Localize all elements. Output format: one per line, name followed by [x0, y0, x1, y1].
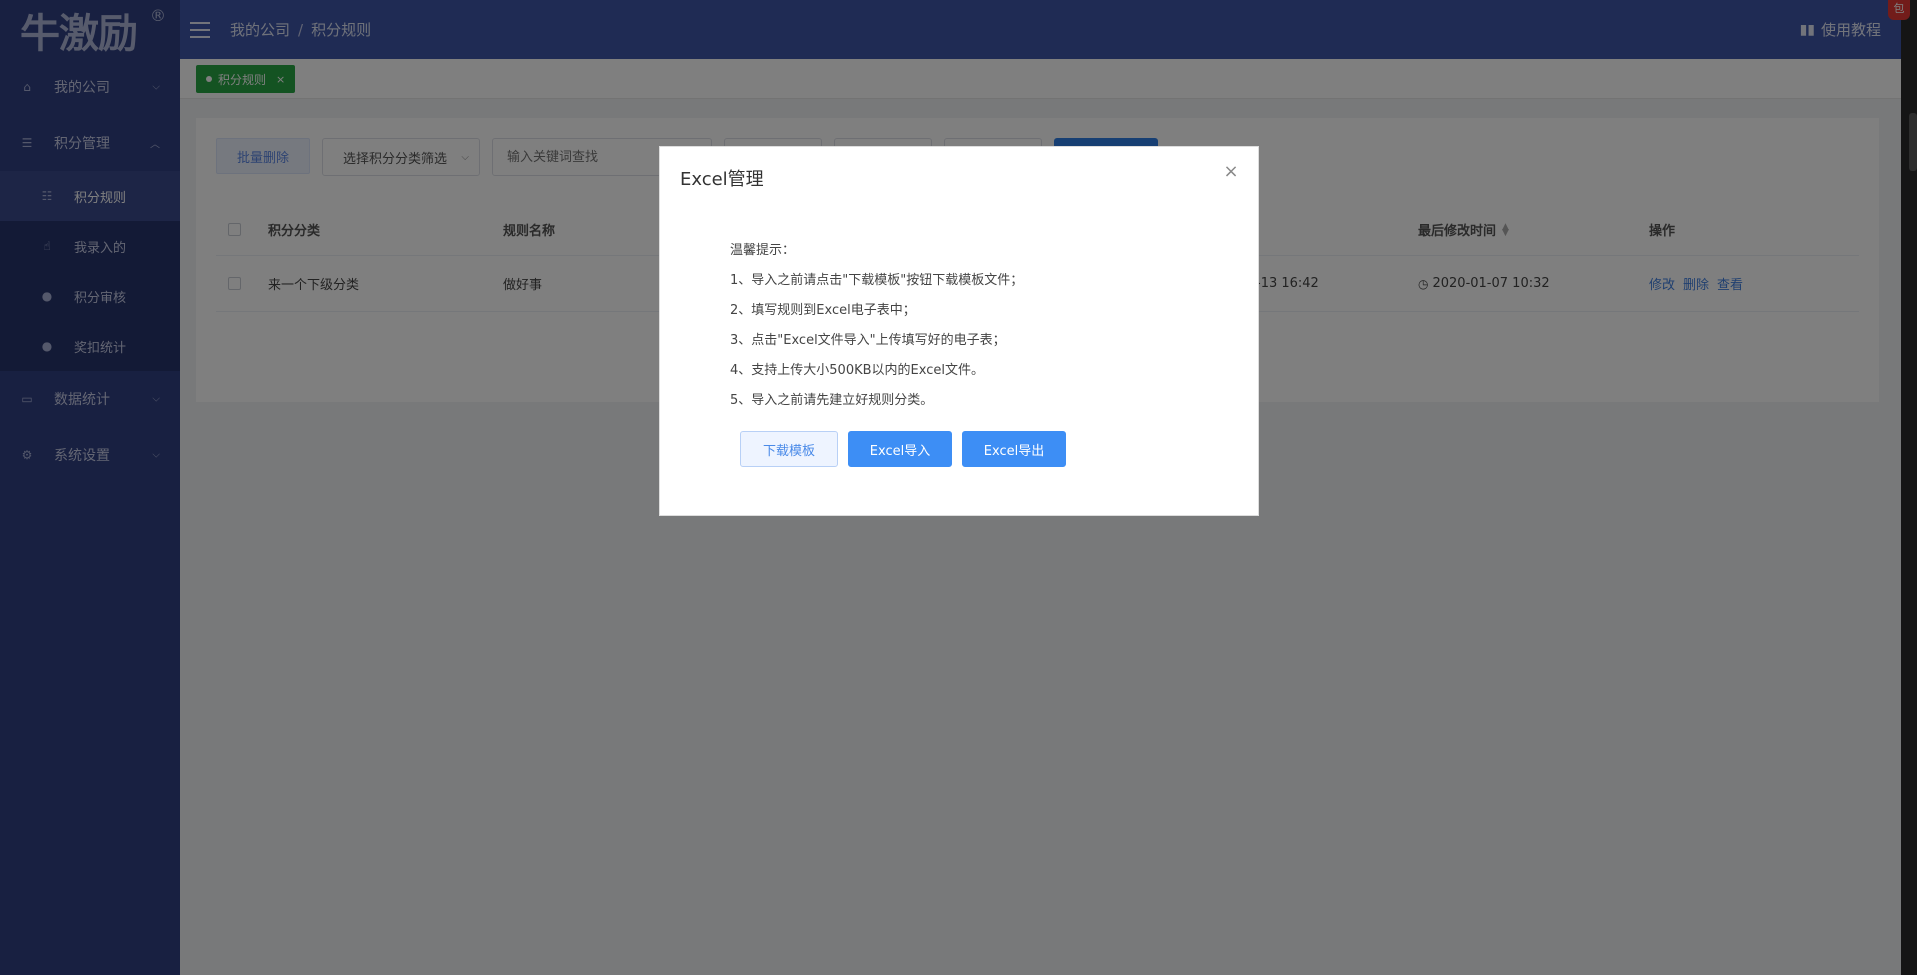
tip-line: 2、填写规则到Excel电子表中；: [730, 303, 916, 318]
tip-line: 1、导入之前请点击"下载模板"按钮下载模板文件；: [730, 273, 1024, 288]
tip-line: 3、点击"Excel文件导入"上传填写好的电子表；: [730, 333, 1006, 348]
excel-management-dialog: Excel管理 × 温馨提示： 1、导入之前请点击"下载模板"按钮下载模板文件；…: [659, 146, 1259, 516]
excel-import-button[interactable]: Excel导入: [848, 431, 952, 467]
close-icon[interactable]: ×: [1222, 163, 1240, 181]
excel-export-button[interactable]: Excel导出: [962, 431, 1066, 467]
dialog-title: Excel管理: [680, 169, 764, 190]
tip-line: 4、支持上传大小500KB以内的Excel文件。: [730, 363, 984, 378]
tip-line: 5、导入之前请先建立好规则分类。: [730, 393, 934, 408]
tips-title: 温馨提示：: [730, 243, 796, 258]
download-template-button[interactable]: 下载模板: [740, 431, 838, 467]
tips-block: 温馨提示： 1、导入之前请点击"下载模板"按钮下载模板文件； 2、填写规则到Ex…: [730, 241, 1023, 421]
dialog-buttons: 下载模板 Excel导入 Excel导出: [740, 431, 1066, 467]
